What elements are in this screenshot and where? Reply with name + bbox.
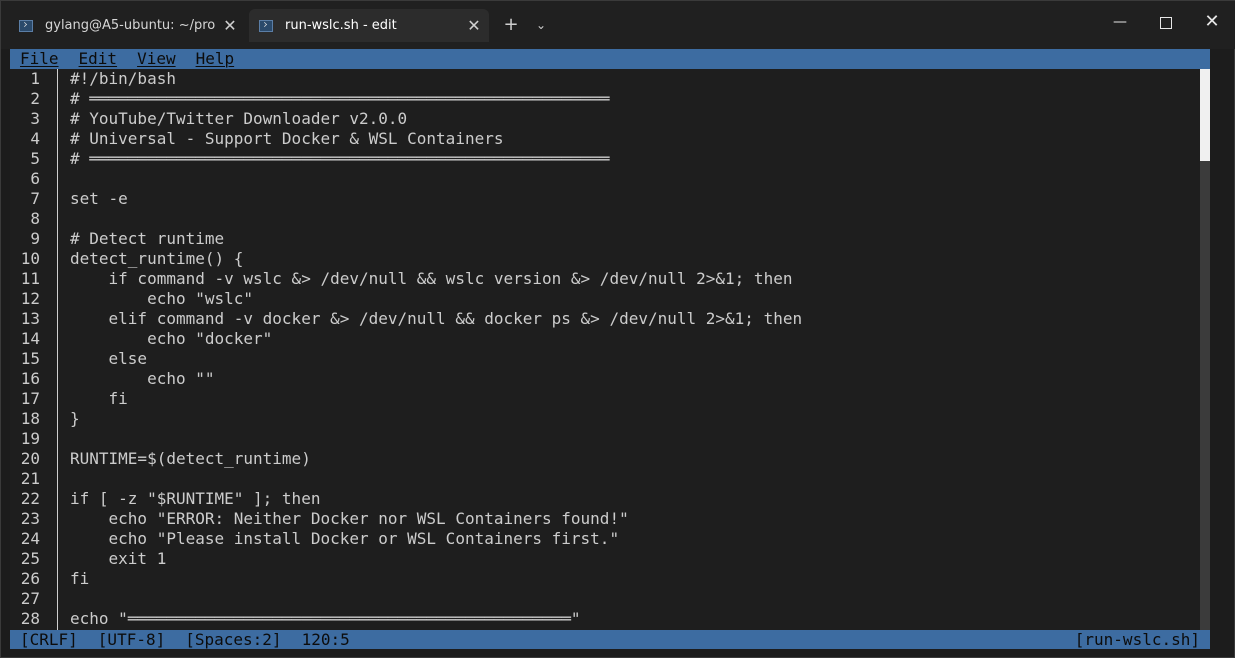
- terminal-icon: [19, 19, 33, 32]
- menu-file[interactable]: File: [20, 49, 59, 69]
- line-text: # ══════════════════════════════════════…: [70, 89, 610, 108]
- line-number: 11: [20, 269, 40, 288]
- line-number: 22: [20, 489, 40, 508]
- line-text: #!/bin/bash: [70, 69, 176, 88]
- line-text: elif command -v docker &> /dev/null && d…: [70, 309, 803, 328]
- menu-view[interactable]: View: [137, 49, 176, 69]
- title-bar: gylang@A5-ubuntu: ~/project ✕ run-wslc.s…: [1, 1, 1235, 49]
- line-text: echo "══════════════════════════════════…: [70, 609, 581, 628]
- line-number: 12: [20, 289, 40, 308]
- line-text: fi: [70, 569, 90, 588]
- filename-status: [run-wslc.sh]: [1074, 630, 1200, 649]
- scrollbar-thumb[interactable]: [1200, 69, 1210, 161]
- line-text: # ══════════════════════════════════════…: [70, 149, 610, 168]
- terminal-window: gylang@A5-ubuntu: ~/project ✕ run-wslc.s…: [0, 0, 1235, 658]
- line-ending-status: [CRLF]: [20, 630, 78, 649]
- editor-area[interactable]: 1 #!/bin/bash 2 # ═════════════════════════…: [10, 69, 1200, 630]
- line-text: echo "wslc": [70, 289, 254, 308]
- cursor-position: 120:5: [301, 630, 350, 649]
- new-tab-icon[interactable]: +: [499, 13, 523, 37]
- line-number: 17: [20, 389, 40, 408]
- line-number: 14: [20, 329, 40, 348]
- line-number: 9: [30, 229, 40, 248]
- line-number: 18: [20, 409, 40, 428]
- line-text: # YouTube/Twitter Downloader v2.0.0: [70, 109, 408, 128]
- line-number: 1: [30, 69, 40, 88]
- menu-help[interactable]: Help: [196, 49, 235, 69]
- line-text: echo "docker": [70, 329, 273, 348]
- indent-status: [Spaces:2]: [185, 630, 282, 649]
- chevron-down-icon[interactable]: ⌄: [529, 13, 553, 37]
- line-number: 8: [30, 209, 40, 228]
- close-tab-icon[interactable]: ✕: [215, 16, 245, 35]
- scrollbar[interactable]: [1200, 69, 1210, 630]
- encoding-status: [UTF-8]: [97, 630, 166, 649]
- tab-title: gylang@A5-ubuntu: ~/project: [45, 18, 215, 33]
- line-number: 23: [20, 509, 40, 528]
- terminal-icon: [259, 19, 273, 32]
- line-number: 2: [30, 89, 40, 108]
- line-number: 26: [20, 569, 40, 588]
- menu-edit[interactable]: Edit: [79, 49, 118, 69]
- line-text: echo "": [70, 369, 215, 388]
- line-number: 25: [20, 549, 40, 568]
- line-number: 6: [30, 169, 40, 188]
- maximize-button[interactable]: [1143, 7, 1189, 37]
- line-text: else: [70, 349, 148, 368]
- line-text: RUNTIME=$(detect_runtime): [70, 449, 311, 468]
- line-text: set -e: [70, 189, 128, 208]
- close-window-button[interactable]: ✕: [1189, 7, 1235, 37]
- line-text: exit 1: [70, 549, 167, 568]
- line-text: echo "ERROR: Neither Docker nor WSL Cont…: [70, 509, 629, 528]
- line-text: if command -v wslc &> /dev/null && wslc …: [70, 269, 793, 288]
- line-text: # Universal - Support Docker & WSL Conta…: [70, 129, 504, 148]
- tab-title: run-wslc.sh - edit: [285, 18, 397, 33]
- line-number: 5: [30, 149, 40, 168]
- line-text: detect_runtime() {: [70, 249, 244, 268]
- line-number: 27: [20, 589, 40, 608]
- maximize-icon: [1160, 16, 1172, 29]
- line-number: 21: [20, 469, 40, 488]
- line-number: 19: [20, 429, 40, 448]
- line-number: 28: [20, 609, 40, 628]
- menu-bar: File Edit View Help: [10, 49, 1210, 69]
- close-tab-icon[interactable]: ✕: [459, 16, 489, 35]
- minimize-button[interactable]: —: [1097, 7, 1143, 37]
- line-text: if [ -z "$RUNTIME" ]; then: [70, 489, 321, 508]
- line-number: 15: [20, 349, 40, 368]
- tab-editor[interactable]: run-wslc.sh - edit ✕: [249, 9, 489, 42]
- line-number: 4: [30, 129, 40, 148]
- line-number: 7: [30, 189, 40, 208]
- line-text: }: [70, 409, 80, 428]
- line-text: fi: [70, 389, 128, 408]
- line-text: echo "Please install Docker or WSL Conta…: [70, 529, 620, 548]
- line-number: 3: [30, 109, 40, 128]
- status-bar: [CRLF] [UTF-8] [Spaces:2] 120:5 [run-wsl…: [10, 630, 1210, 649]
- line-number: 16: [20, 369, 40, 388]
- tab-shell[interactable]: gylang@A5-ubuntu: ~/project ✕: [9, 9, 245, 42]
- line-number: 24: [20, 529, 40, 548]
- line-text: # Detect runtime: [70, 229, 225, 248]
- terminal-pane[interactable]: File Edit View Help 1 #!/bin/bash 2 # ═════…: [10, 49, 1210, 649]
- line-number: 13: [20, 309, 40, 328]
- line-number: 20: [20, 449, 40, 468]
- line-number: 10: [20, 249, 40, 268]
